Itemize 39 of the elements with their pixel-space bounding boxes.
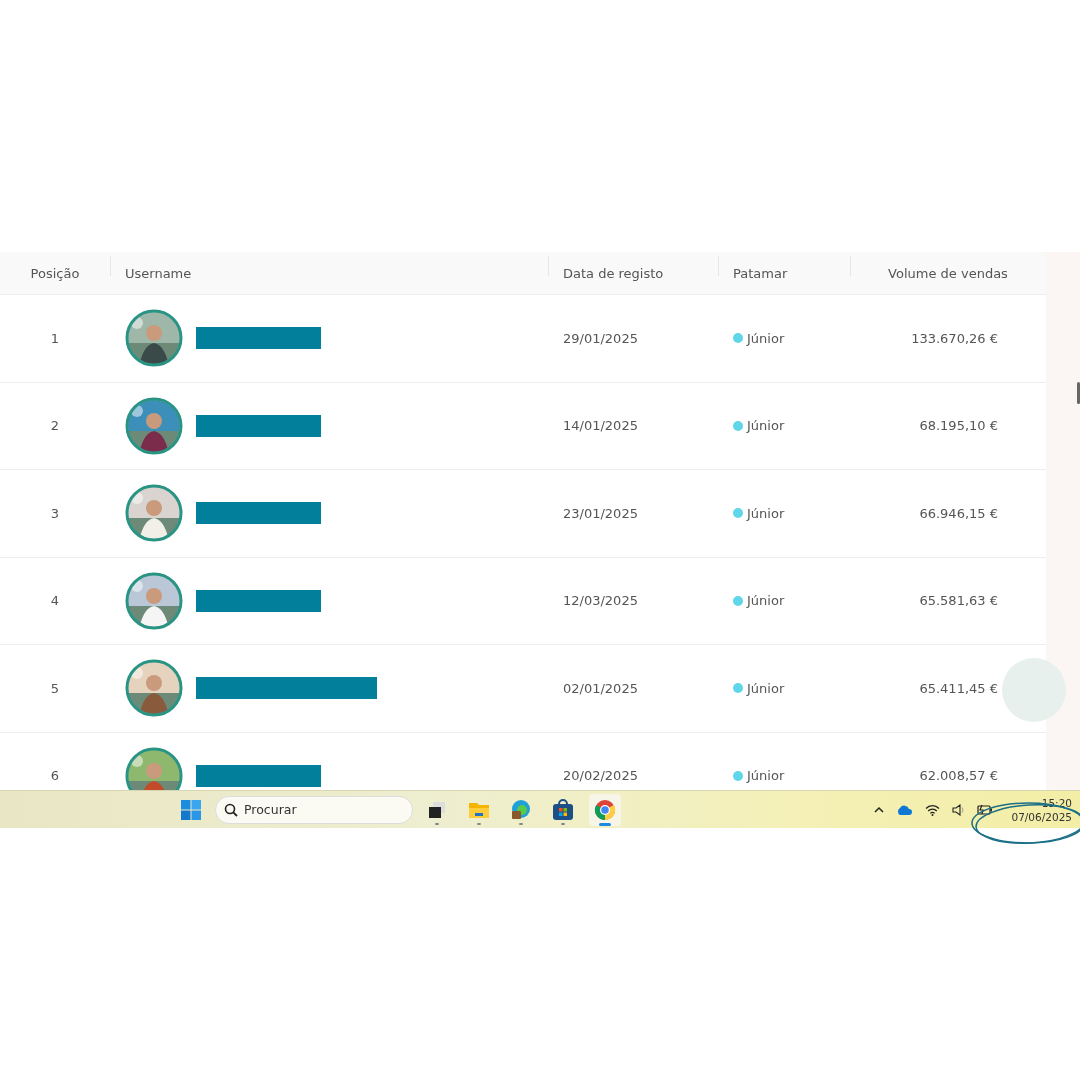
rank-number: 3 xyxy=(50,505,60,521)
column-header[interactable]: Posição xyxy=(30,265,80,281)
scrollbar-thumb[interactable] xyxy=(1077,382,1080,404)
tier-label: Júnior xyxy=(747,680,785,696)
battery-icon[interactable] xyxy=(977,804,994,815)
registration-date: 23/01/2025 xyxy=(563,505,638,521)
registration-date: 20/02/2025 xyxy=(563,768,638,784)
tier-label: Júnior xyxy=(747,418,785,434)
wifi-icon[interactable] xyxy=(925,803,941,816)
rank-number: 5 xyxy=(50,680,60,696)
registration-date: 02/01/2025 xyxy=(563,680,638,696)
clock-time[interactable]: 15:20 xyxy=(1041,795,1072,810)
rank-number: 4 xyxy=(50,593,60,609)
sales-volume: 65.581,63 € xyxy=(919,593,998,609)
sales-volume: 62.008,57 € xyxy=(919,768,998,784)
tier-label: Júnior xyxy=(747,330,785,346)
column-header[interactable]: Username xyxy=(125,265,192,281)
sales-volume: 65.411,45 € xyxy=(919,680,998,696)
tier-label: Júnior xyxy=(747,768,785,784)
tier-label: Júnior xyxy=(747,593,785,609)
tier-label: Júnior xyxy=(747,505,785,521)
sales-volume: 68.195,10 € xyxy=(919,418,998,434)
column-header[interactable]: Data de registo xyxy=(563,265,664,281)
sales-volume: 66.946,15 € xyxy=(919,505,998,521)
speaker-icon[interactable] xyxy=(952,803,966,816)
registration-date: 14/01/2025 xyxy=(563,418,638,434)
chevron-up-icon[interactable] xyxy=(874,806,885,813)
sales-volume: 133.670,26 € xyxy=(911,330,998,346)
rank-number: 1 xyxy=(50,330,60,346)
rank-number: 6 xyxy=(50,768,60,784)
rank-number: 2 xyxy=(50,418,60,434)
registration-date: 29/01/2025 xyxy=(563,330,638,346)
registration-date: 12/03/2025 xyxy=(563,593,638,609)
cloud-icon[interactable] xyxy=(896,804,914,815)
windows-start-icon[interactable] xyxy=(180,798,202,821)
search-field[interactable]: Procurar xyxy=(215,795,413,824)
column-header[interactable]: Volume de vendas xyxy=(888,265,1008,281)
task-view-icon[interactable] xyxy=(427,799,447,820)
column-header[interactable]: Patamar xyxy=(733,265,788,281)
